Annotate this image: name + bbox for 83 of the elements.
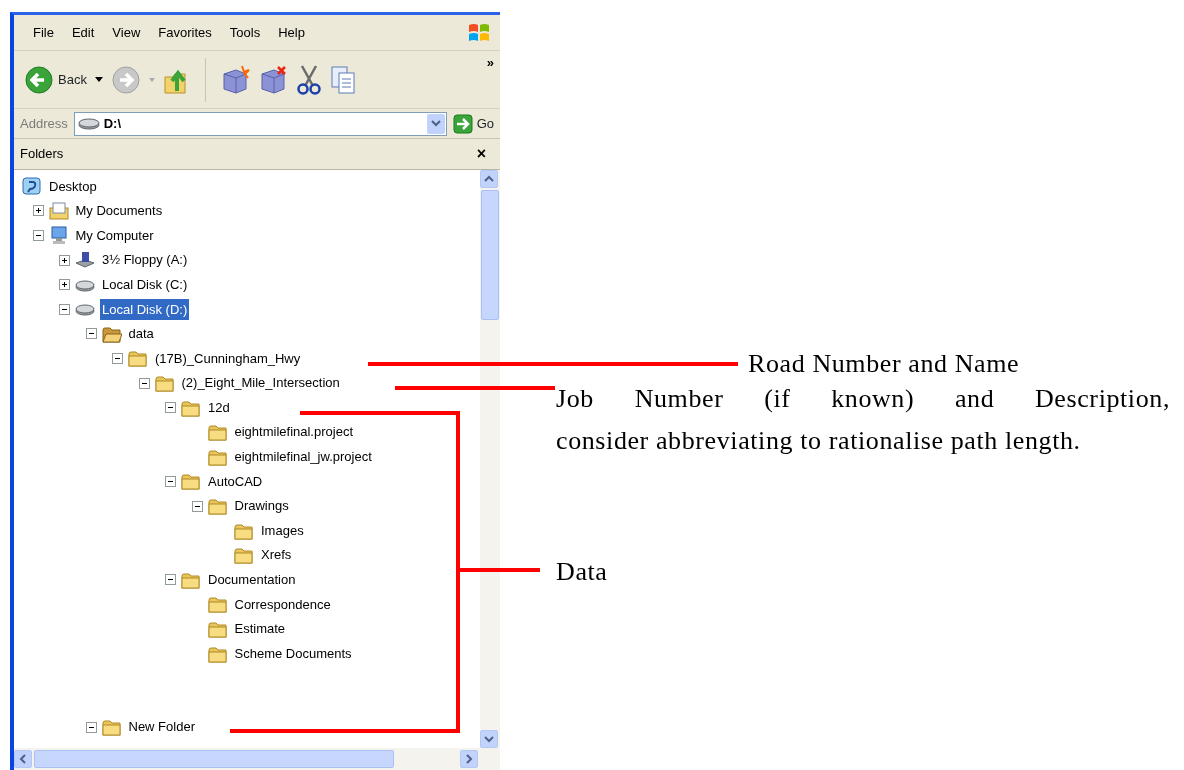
scroll-left-icon[interactable] [14, 750, 32, 768]
cut-icon[interactable] [295, 63, 322, 96]
tree-item[interactable]: Drawings [232, 495, 291, 517]
back-button[interactable]: Back [24, 64, 87, 95]
tree-item[interactable]: AutoCAD [206, 470, 265, 493]
tree-item[interactable]: My Documents [73, 200, 165, 222]
tree-item[interactable]: Correspondence [232, 593, 333, 616]
documents-icon [48, 201, 69, 220]
tree-item[interactable]: Images [259, 519, 306, 542]
tree-item[interactable]: Local Disk (C:) [100, 273, 190, 296]
tree-item[interactable]: Local Disk (D:) [100, 298, 190, 320]
scroll-thumb[interactable] [34, 750, 394, 768]
collapse-icon[interactable] [138, 377, 150, 389]
folder-icon [101, 718, 122, 737]
open-folder-icon [101, 324, 122, 343]
tree-item[interactable]: (17B)_Cunningham_Hwy [153, 347, 303, 370]
folder-icon [128, 349, 148, 368]
menu-item[interactable]: View [103, 20, 150, 45]
folder-icon [207, 595, 228, 614]
expand-icon[interactable] [59, 254, 70, 266]
tree-item[interactable]: Estimate [232, 618, 288, 640]
collapse-icon[interactable] [32, 230, 44, 241]
menu-item[interactable]: Edit [62, 20, 104, 45]
tree-item[interactable]: New Folder [126, 716, 197, 738]
collapse-icon[interactable] [85, 721, 97, 733]
folder-icon [207, 447, 228, 466]
folder-icon [234, 521, 254, 540]
tree-item[interactable]: Scheme Documents [232, 642, 354, 665]
folder-icon [207, 644, 228, 663]
annotation-text: Data [556, 556, 608, 588]
expand-icon[interactable] [59, 279, 70, 291]
vertical-scrollbar[interactable] [480, 170, 500, 748]
scroll-down-icon[interactable] [480, 730, 498, 748]
folder-icon [181, 570, 201, 589]
collapse-icon[interactable] [165, 402, 176, 414]
tree-item[interactable]: Desktop [47, 175, 99, 198]
tree-item[interactable]: eightmilefinal_jw.project [232, 446, 374, 468]
tree-item[interactable]: (2)_Eight_Mile_Intersection [179, 372, 342, 394]
tree-item[interactable]: Documentation [206, 569, 298, 591]
tree-item[interactable]: My Computer [73, 224, 156, 247]
menu-item[interactable]: Help [269, 20, 314, 45]
floppy-drive-icon [75, 251, 95, 270]
folder-icon [207, 620, 228, 638]
scroll-thumb[interactable] [481, 190, 499, 320]
expand-icon[interactable] [32, 205, 44, 217]
folder-icon [234, 546, 254, 565]
folder-icon [207, 497, 228, 515]
horizontal-scrollbar[interactable] [14, 748, 500, 770]
drive-icon [77, 116, 100, 131]
menu-item[interactable]: Tools [220, 20, 270, 45]
tree-item[interactable]: 12d [206, 396, 232, 419]
menu-item[interactable]: File [24, 20, 63, 45]
collapse-icon[interactable] [112, 352, 123, 364]
scroll-right-icon[interactable] [460, 750, 478, 768]
scroll-up-icon[interactable] [480, 170, 498, 188]
folder-icon [181, 472, 201, 491]
address-label: Address [20, 114, 68, 133]
tree-item[interactable]: data [126, 323, 156, 345]
address-field[interactable]: D:\ [73, 111, 447, 136]
collapse-icon[interactable] [191, 500, 203, 512]
desktop-icon [22, 177, 42, 196]
computer-icon [48, 226, 69, 245]
close-button[interactable]: × [476, 142, 486, 166]
annotation-text: Job Number (if known) and Description, consider abbreviating to rationalise path length. [556, 383, 1170, 457]
collapse-icon[interactable] [165, 574, 176, 586]
menu-item[interactable]: Favorites [149, 20, 221, 45]
folder-icon [207, 423, 228, 442]
annotation-text: Road Number and Name [748, 348, 1020, 380]
collapse-icon[interactable] [59, 303, 70, 315]
caret-icon[interactable] [94, 76, 103, 83]
collapse-icon[interactable] [85, 328, 97, 340]
tree-item[interactable]: eightmilefinal.project [232, 421, 355, 443]
tree-item[interactable]: Xrefs [259, 544, 294, 566]
chevron-button[interactable]: » [486, 53, 494, 73]
folder-icon [154, 374, 175, 393]
address-value: D:\ [103, 114, 122, 133]
dropdown-button[interactable] [426, 113, 445, 134]
pane-title: Folders [20, 145, 64, 164]
collapse-icon[interactable] [165, 475, 176, 487]
tree-item[interactable]: 3½ Floppy (A:) [100, 249, 190, 271]
caret-icon [430, 120, 441, 127]
folder-icon [181, 398, 201, 417]
go-button[interactable]: Go [452, 113, 494, 134]
